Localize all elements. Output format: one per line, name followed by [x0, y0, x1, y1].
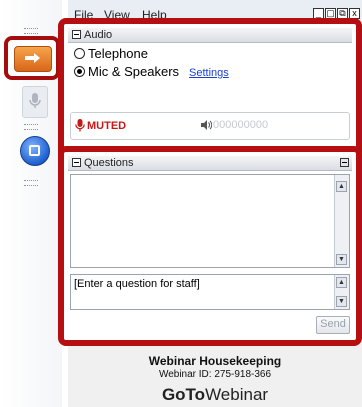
audio-status-bar: MUTED 000000000 [70, 112, 350, 140]
mic-toggle-button[interactable] [22, 86, 48, 118]
input-scroll-down-arrow-icon[interactable]: ▼ [336, 296, 347, 307]
scroll-down-arrow-icon[interactable]: ▼ [336, 254, 347, 265]
mic-speakers-option[interactable]: Mic & Speakers Settings [74, 64, 229, 79]
collapse-questions-icon[interactable] [72, 158, 81, 167]
webinar-id: Webinar ID: 275-918-366 [158, 369, 272, 380]
audio-level-meter: 000000000 [213, 119, 269, 131]
mic-speakers-label: Mic & Speakers [88, 64, 180, 79]
send-button[interactable]: Send [316, 316, 350, 334]
collapse-panel-button[interactable] [4, 36, 60, 80]
logo-webinar-text: Webinar [205, 385, 269, 404]
popout-questions-icon[interactable] [340, 158, 349, 167]
telephone-option[interactable]: Telephone [74, 46, 148, 61]
window-square-icon [29, 145, 40, 156]
audio-panel-highlight: Audio Telephone Mic & Speakers Settings M… [58, 18, 362, 160]
questions-log-scrollbar[interactable]: ▲ ▼ [334, 175, 349, 267]
audio-panel-title: Audio [84, 29, 113, 41]
question-input-scrollbar[interactable]: ▲ ▼ [334, 275, 349, 309]
audio-settings-link[interactable]: Settings [189, 67, 229, 79]
toolbar-grip-bottom[interactable] [24, 180, 38, 186]
collapse-audio-icon[interactable] [72, 30, 81, 39]
scroll-up-arrow-icon[interactable]: ▲ [336, 181, 347, 192]
toolbar-grip-top[interactable] [24, 28, 38, 34]
microphone-icon [29, 93, 41, 108]
telephone-radio[interactable] [74, 48, 85, 59]
screen-view-button[interactable] [20, 136, 50, 166]
muted-label: MUTED [87, 120, 127, 132]
question-input[interactable]: [Enter a question for staff] [74, 278, 200, 290]
questions-panel-title: Questions [84, 157, 134, 169]
questions-panel-highlight: Questions ▲ ▼ [Enter a question for staf… [58, 146, 362, 346]
questions-panel-header: Questions [68, 156, 352, 171]
left-toolbar [0, 0, 62, 407]
questions-log[interactable]: ▲ ▼ [70, 174, 350, 268]
logo-goto-text: GoTo [161, 385, 206, 404]
gotowebinar-logo: GoToWebinar [68, 385, 362, 405]
audio-panel-header: Audio [68, 28, 352, 43]
gotowebinar-control-panel: File View Help _ ▢ ⧉ x Audio Telephone M… [58, 0, 362, 407]
toolbar-grip-middle[interactable] [24, 124, 38, 130]
mic-speakers-radio[interactable] [74, 66, 85, 77]
input-scroll-up-arrow-icon[interactable]: ▲ [336, 277, 347, 288]
speaker-icon [201, 120, 212, 130]
arrow-right-icon [25, 53, 40, 63]
webinar-title: Webinar Housekeeping [148, 354, 282, 368]
telephone-label: Telephone [88, 46, 148, 61]
question-input-box[interactable]: [Enter a question for staff] ▲ ▼ [70, 274, 350, 310]
muted-microphone-icon[interactable] [75, 119, 85, 132]
